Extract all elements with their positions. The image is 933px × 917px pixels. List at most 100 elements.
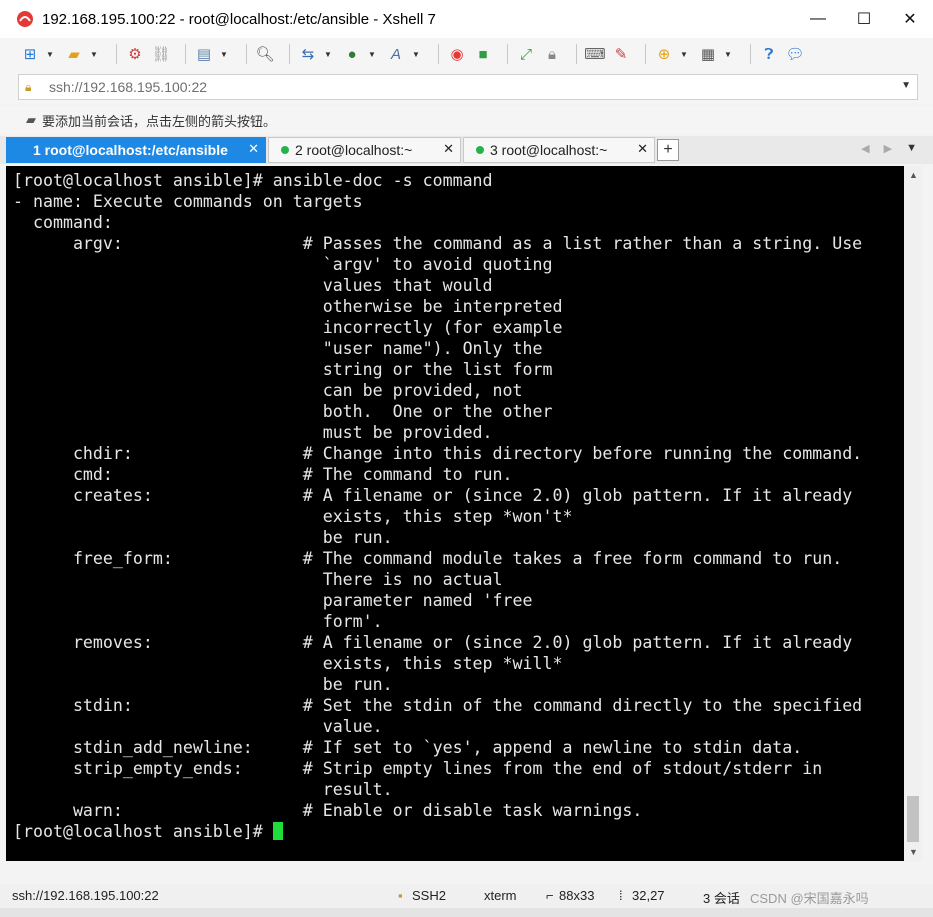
close-button[interactable]: ✕ [887, 0, 933, 38]
font-icon[interactable]: A [386, 44, 406, 64]
terminal-line: removes: # A filename or (since 2.0) glo… [13, 633, 853, 652]
toolbar-separator [645, 44, 646, 64]
status-lock-icon: ▪ [398, 888, 403, 903]
close-tab-icon[interactable]: ✕ [443, 141, 454, 157]
session-hint-bar: ▰ 要添加当前会话，点击左侧的箭头按钮。 [0, 106, 933, 134]
terminal-line: can be provided, not [13, 381, 523, 400]
terminal-line: string or the list form [13, 360, 553, 379]
new-session-icon[interactable]: ⊞ [20, 44, 40, 64]
find-icon[interactable]: 🔍︎ [255, 44, 275, 64]
session-status-dot [476, 146, 484, 154]
terminal-line: argv: # Passes the command as a list rat… [13, 234, 863, 253]
properties-dropdown-icon[interactable]: ▼ [220, 50, 228, 59]
main-toolbar: ⊞ ▼ ▰ ▼ ⚙ ⛓ ▤ ▼ 🔍︎ ⇆ ▼ ● ▼ A ▼ ◉ ■ ⤢ 🔒︎ … [0, 38, 933, 70]
lock-icon[interactable]: 🔒︎ [542, 44, 562, 64]
open-dropdown-icon[interactable]: ▼ [90, 50, 98, 59]
terminal-line: There is no actual [13, 570, 503, 589]
terminal-line: strip_empty_ends: # Strip empty lines fr… [13, 759, 823, 778]
terminal-line: stdin: # Set the stdin of the command di… [13, 696, 863, 715]
terminal-line: stdin_add_newline: # If set to `yes', ap… [13, 738, 803, 757]
tab-label: 1 root@localhost:/etc/ansible [33, 142, 228, 158]
reconnect-icon[interactable]: ⚙ [125, 44, 145, 64]
transfer-dropdown-icon[interactable]: ▼ [324, 50, 332, 59]
tab-label: 2 root@localhost:~ [295, 142, 413, 158]
terminal-line: creates: # A filename or (since 2.0) glo… [13, 486, 853, 505]
terminal-line: warn: # Enable or disable task warnings. [13, 801, 643, 820]
minimize-button[interactable]: — [795, 0, 841, 38]
open-folder-icon[interactable]: ▰ [64, 44, 84, 64]
tab-next-icon[interactable]: ▶ [884, 142, 892, 155]
terminal-line: otherwise be interpreted [13, 297, 563, 316]
terminal-line: chdir: # Change into this directory befo… [13, 444, 863, 463]
close-tab-icon[interactable]: ✕ [637, 141, 648, 157]
terminal-line: values that would [13, 276, 493, 295]
window-controls: — ☐ ✕ [795, 0, 933, 38]
address-dropdown-icon[interactable]: ▼ [901, 80, 911, 91]
add-to-sessions-icon[interactable]: ⊕ [654, 44, 674, 64]
terminal-output: [root@localhost ansible]# ansible-doc -s… [13, 170, 862, 842]
scroll-down-icon[interactable]: ▼ [909, 847, 918, 857]
tab-prev-icon[interactable]: ◀ [861, 142, 869, 155]
terminal-line: - name: Execute commands on targets [13, 192, 363, 211]
address-input[interactable]: 🔒︎ ssh://192.168.195.100:22 ▼ [18, 74, 918, 100]
tab-session-3[interactable]: 3 root@localhost:~ ✕ [463, 137, 655, 163]
status-terminal-type: xterm [484, 888, 517, 903]
keyboard-icon[interactable]: ⌨ [584, 44, 606, 64]
terminal-cursor [272, 822, 283, 840]
terminal-line: be run. [13, 675, 393, 694]
fullscreen-icon[interactable]: ⤢ [516, 44, 536, 64]
status-size: 88x33 [559, 888, 595, 903]
globe-icon[interactable]: ● [342, 44, 362, 64]
bookmark-arrow-icon[interactable]: ▰ [26, 112, 36, 128]
session-tabs: 1 root@localhost:/etc/ansible ✕ 2 root@l… [0, 136, 933, 164]
help-icon[interactable]: ❓︎ [759, 44, 779, 64]
scrollbar-thumb[interactable] [907, 796, 919, 842]
terminal-line: free_form: # The command module takes a … [13, 549, 843, 568]
tab-navigation: ◀ ▶ ▼ [861, 142, 917, 155]
xshell-icon[interactable]: ◉ [447, 44, 467, 64]
close-tab-icon[interactable]: ✕ [248, 141, 259, 157]
tab-session-2[interactable]: 2 root@localhost:~ ✕ [268, 137, 461, 163]
terminal-pane[interactable]: [root@localhost ansible]# ansible-doc -s… [6, 166, 904, 861]
add-dropdown-icon[interactable]: ▼ [680, 50, 688, 59]
tab-session-1[interactable]: 1 root@localhost:/etc/ansible ✕ [6, 137, 266, 163]
globe-dropdown-icon[interactable]: ▼ [368, 50, 376, 59]
status-connection: ssh://192.168.195.100:22 [12, 888, 159, 903]
status-bar: ssh://192.168.195.100:22 ▪ SSH2 xterm ⌐ … [0, 884, 933, 908]
terminal-scrollbar[interactable]: ▲ ▼ [904, 166, 922, 861]
highlight-pen-icon[interactable]: ✎ [611, 44, 631, 64]
terminal-line: value. [13, 717, 383, 736]
terminal-line: exists, this step *won't* [13, 507, 573, 526]
maximize-button[interactable]: ☐ [841, 0, 887, 38]
toolbar-separator [576, 44, 577, 64]
font-dropdown-icon[interactable]: ▼ [412, 50, 420, 59]
session-status-dot [21, 146, 27, 154]
properties-icon[interactable]: ▤ [194, 44, 214, 64]
new-session-dropdown-icon[interactable]: ▼ [46, 50, 54, 59]
status-sessions: 3 会话 [703, 891, 740, 906]
toolbar-separator [507, 44, 508, 64]
scroll-up-icon[interactable]: ▲ [909, 170, 918, 180]
terminal-line: exists, this step *will* [13, 654, 563, 673]
address-row: 🔒︎ ssh://192.168.195.100:22 ▼ [0, 70, 933, 104]
window-title: 192.168.195.100:22 - root@localhost:/etc… [42, 10, 436, 28]
chat-icon[interactable]: 💬︎ [785, 44, 805, 64]
terminal-line: both. One or the other [13, 402, 553, 421]
terminal-line: must be provided. [13, 423, 493, 442]
toolbar-separator [116, 44, 117, 64]
transfer-icon[interactable]: ⇆ [298, 44, 318, 64]
terminal-line: be run. [13, 528, 393, 547]
terminal-line: "user name"). Only the [13, 339, 543, 358]
session-status-dot [281, 146, 289, 154]
toolbar-separator [750, 44, 751, 64]
layout-dropdown-icon[interactable]: ▼ [724, 50, 732, 59]
hint-text: 要添加当前会话，点击左侧的箭头按钮。 [42, 113, 277, 129]
layout-icon[interactable]: ▦ [698, 44, 718, 64]
disconnect-icon[interactable]: ⛓ [151, 44, 171, 64]
tab-list-icon[interactable]: ▼ [906, 142, 917, 155]
status-position-icon: ⁞ [619, 888, 623, 903]
terminal-line: form'. [13, 612, 383, 631]
add-tab-button[interactable]: + [657, 139, 679, 161]
terminal-line: parameter named 'free [13, 591, 533, 610]
xftp-icon[interactable]: ■ [473, 44, 493, 64]
